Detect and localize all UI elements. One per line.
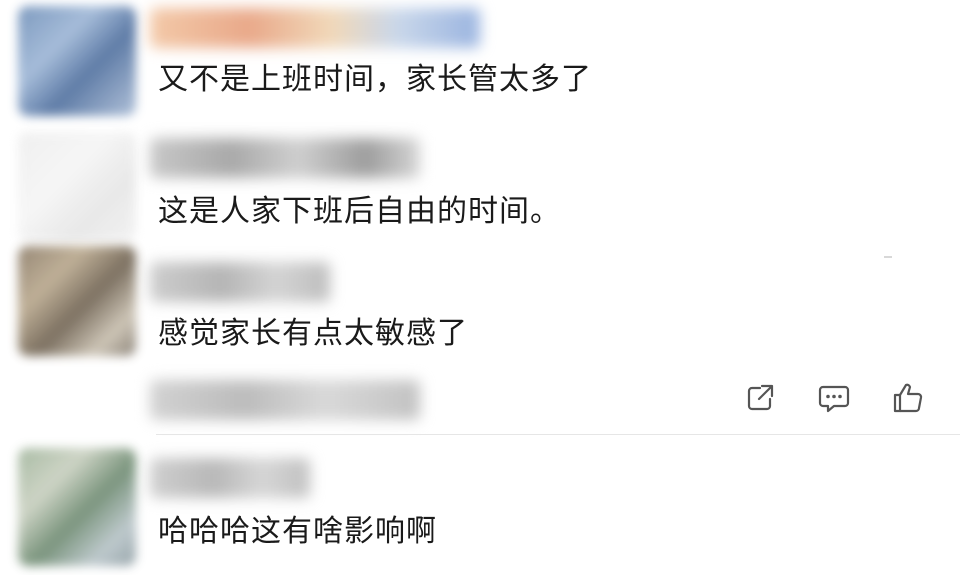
username-blurred[interactable] xyxy=(150,262,330,302)
username-blurred[interactable] xyxy=(150,8,480,48)
avatar[interactable] xyxy=(18,6,136,116)
divider xyxy=(156,434,960,435)
avatar[interactable] xyxy=(18,246,136,356)
reply-button[interactable] xyxy=(812,376,856,420)
thumbs-up-icon xyxy=(893,383,923,413)
divider-mark xyxy=(884,256,892,258)
username-blurred[interactable] xyxy=(150,138,420,178)
comment-icon xyxy=(818,385,850,413)
username-blurred xyxy=(150,380,420,420)
comment-text: 感觉家长有点太敏感了 xyxy=(158,316,468,351)
avatar[interactable] xyxy=(18,448,136,566)
username-blurred[interactable] xyxy=(150,458,310,498)
avatar[interactable] xyxy=(18,132,136,242)
comment-text: 哈哈哈这有啥影响啊 xyxy=(158,514,437,549)
share-button[interactable] xyxy=(738,376,782,420)
comment-text: 这是人家下班后自由的时间。 xyxy=(158,194,561,229)
comment-actions xyxy=(730,376,940,420)
comment-text: 又不是上班时间，家长管太多了 xyxy=(158,62,592,97)
share-icon xyxy=(747,384,774,411)
like-button[interactable] xyxy=(886,376,930,420)
